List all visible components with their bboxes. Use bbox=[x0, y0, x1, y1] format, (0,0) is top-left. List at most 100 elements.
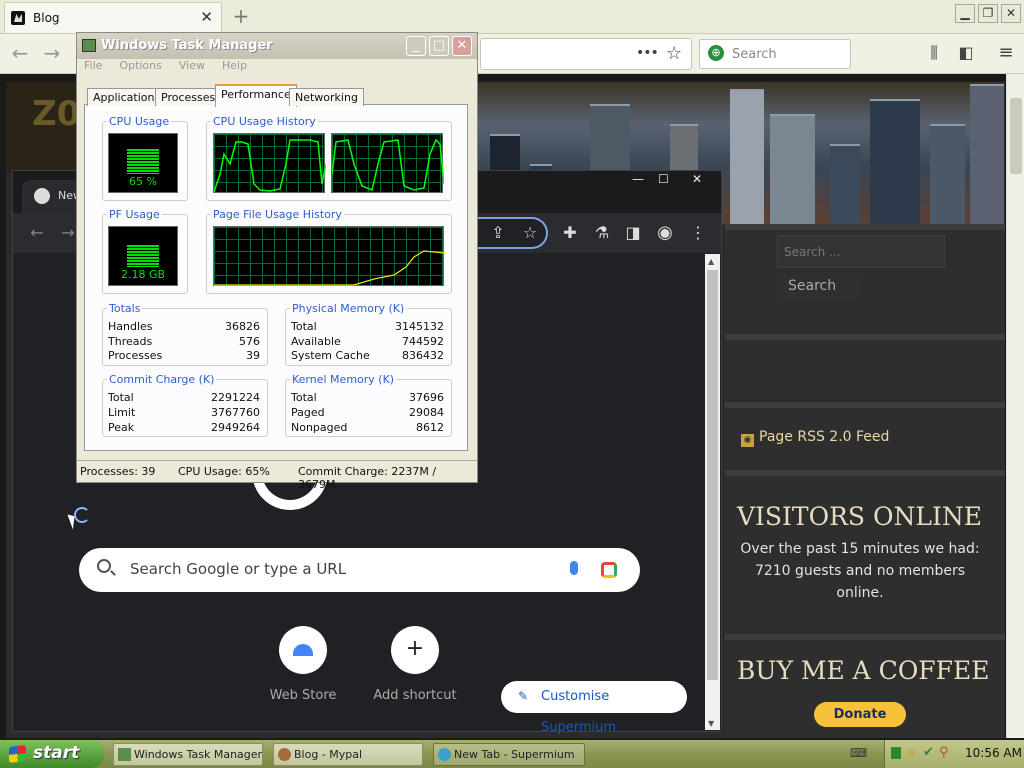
totals-value: 36826 bbox=[225, 320, 260, 333]
taskbar-blog-mypal[interactable]: Blog - Mypal bbox=[273, 743, 423, 766]
pencil-icon: ✎ bbox=[518, 689, 529, 703]
cpu-history-graph-2 bbox=[331, 133, 444, 193]
supermium-minimize-icon[interactable]: — bbox=[632, 172, 644, 186]
visitors-heading: VISITORS ONLINE bbox=[737, 502, 982, 531]
close-window-icon[interactable]: ✕ bbox=[1001, 4, 1021, 23]
profile-avatar-icon[interactable]: ◉ bbox=[655, 223, 675, 243]
cpu-history-graph-1 bbox=[213, 133, 326, 193]
cpu-history-caption: CPU Usage History bbox=[211, 115, 318, 128]
supermium-forward-icon[interactable]: → bbox=[58, 223, 78, 243]
taskbar-supermium[interactable]: New Tab - Supermium bbox=[433, 743, 585, 766]
extensions-icon[interactable]: ✚ bbox=[560, 223, 580, 243]
kernel-value: 8612 bbox=[416, 421, 444, 434]
shortcut-label-web-store: Web Store bbox=[269, 688, 337, 703]
tab-processes[interactable]: Processes bbox=[155, 88, 222, 106]
lens-search-icon[interactable] bbox=[601, 562, 617, 578]
menu-view[interactable]: View bbox=[179, 59, 205, 72]
google-search-box[interactable]: Search Google or type a URL bbox=[79, 548, 640, 592]
supermium-close-icon[interactable]: ✕ bbox=[692, 172, 702, 186]
search-placeholder: Search bbox=[732, 47, 777, 62]
blog-favicon-icon bbox=[11, 11, 25, 25]
library-icon[interactable]: ⫼ bbox=[922, 42, 946, 66]
tm-minimize-icon[interactable]: _ bbox=[406, 36, 426, 56]
scrollbar-thumb[interactable] bbox=[1010, 98, 1022, 174]
kernel-row-nonpaged: Nonpaged 8612 bbox=[291, 421, 444, 434]
task-manager-title: Windows Task Manager bbox=[101, 38, 273, 53]
blog-logo[interactable]: Z0 bbox=[6, 82, 80, 172]
pf-history-graph bbox=[213, 226, 445, 286]
labs-flask-icon[interactable]: ⚗ bbox=[592, 223, 612, 243]
back-arrow-icon[interactable]: ← bbox=[8, 42, 32, 66]
totals-caption: Totals bbox=[107, 302, 143, 315]
supermium-scrollbar[interactable]: ▲ ▼ bbox=[705, 254, 720, 730]
shortcut-web-store[interactable] bbox=[279, 626, 327, 674]
security-icon[interactable]: ✔ bbox=[923, 745, 934, 760]
start-label: start bbox=[33, 743, 80, 763]
side-panel-icon[interactable]: ◨ bbox=[623, 223, 643, 243]
new-tab-favicon-icon bbox=[34, 188, 50, 204]
scroll-down-icon[interactable]: ▼ bbox=[708, 719, 714, 728]
supermium-icon bbox=[438, 748, 451, 761]
pf-usage-caption: PF Usage bbox=[107, 208, 162, 221]
physical-memory-caption: Physical Memory (K) bbox=[290, 302, 407, 315]
sidebar-icon[interactable]: ◧ bbox=[954, 42, 978, 66]
search-tray-icon[interactable]: ⚲ bbox=[939, 745, 949, 760]
shield-icon[interactable]: ⛨ bbox=[907, 746, 916, 761]
forward-arrow-icon[interactable]: → bbox=[40, 42, 64, 66]
voice-search-icon[interactable] bbox=[570, 561, 578, 575]
totals-row-processes: Processes 39 bbox=[108, 349, 260, 362]
supermium-maximize-icon[interactable]: ☐ bbox=[658, 172, 669, 186]
supermium-scrollbar-thumb[interactable] bbox=[707, 270, 718, 680]
browser-tab-blog[interactable]: Blog ✕ bbox=[4, 2, 222, 33]
commit-value: 2291224 bbox=[211, 391, 260, 404]
blog-search-button[interactable]: Search bbox=[777, 273, 861, 301]
kernel-value: 29084 bbox=[409, 406, 444, 419]
menu-options[interactable]: Options bbox=[119, 59, 161, 72]
url-bar[interactable]: ••• ☆ bbox=[480, 38, 692, 70]
cpu-history-line-1 bbox=[214, 139, 326, 193]
network-icon[interactable] bbox=[891, 747, 901, 759]
taskbar-label: New Tab - Supermium bbox=[454, 748, 575, 761]
share-icon[interactable]: ⇪ bbox=[488, 223, 508, 243]
keyboard-icon[interactable]: ⌨ bbox=[850, 746, 867, 760]
physical-label: System Cache bbox=[291, 349, 370, 362]
cpu-history-line-2 bbox=[332, 138, 444, 192]
commit-row-total: Total 2291224 bbox=[108, 391, 260, 404]
taskbar-label: Blog - Mypal bbox=[294, 748, 363, 761]
rss-icon: ◉ bbox=[741, 434, 754, 447]
tm-maximize-icon[interactable]: □ bbox=[429, 36, 449, 56]
tm-close-icon[interactable]: ✕ bbox=[452, 36, 472, 56]
supermium-back-icon[interactable]: ← bbox=[27, 223, 47, 243]
taskbar-task-manager[interactable]: Windows Task Manager bbox=[113, 743, 263, 766]
hamburger-menu-icon[interactable]: ≡ bbox=[994, 42, 1018, 66]
tab-networking[interactable]: Networking bbox=[289, 88, 364, 106]
web-store-icon bbox=[293, 644, 313, 656]
page-actions-icon[interactable]: ••• bbox=[636, 45, 659, 61]
blog-search-input[interactable]: Search ... bbox=[777, 235, 945, 268]
task-manager-icon bbox=[82, 39, 96, 52]
start-button[interactable]: start bbox=[0, 740, 104, 768]
windows-flag-icon bbox=[9, 745, 26, 763]
restore-icon[interactable]: ❐ bbox=[978, 4, 998, 23]
menu-file[interactable]: File bbox=[84, 59, 102, 72]
browser-scrollbar[interactable] bbox=[1006, 74, 1024, 738]
tab-performance[interactable]: Performance bbox=[215, 84, 297, 107]
pf-usage-gauge: 2.18 GB bbox=[108, 226, 178, 286]
close-tab-icon[interactable]: ✕ bbox=[200, 8, 213, 26]
new-tab-icon[interactable]: + bbox=[230, 4, 252, 28]
star-icon[interactable]: ☆ bbox=[666, 43, 682, 64]
scroll-up-icon[interactable]: ▲ bbox=[708, 257, 714, 266]
rss-link[interactable]: ◉ Page RSS 2.0 Feed bbox=[741, 429, 889, 447]
search-field[interactable]: ⊕ Search bbox=[699, 39, 851, 69]
cpu-usage-value: 65 % bbox=[129, 175, 157, 188]
bookmark-star-icon[interactable]: ☆ bbox=[520, 223, 540, 243]
donate-button[interactable]: Donate bbox=[814, 702, 906, 727]
commit-row-limit: Limit 3767760 bbox=[108, 406, 260, 419]
add-shortcut-button[interactable]: + bbox=[391, 626, 439, 674]
commit-value: 3767760 bbox=[211, 406, 260, 419]
more-menu-icon[interactable]: ⋮ bbox=[688, 223, 708, 243]
pf-history-line bbox=[214, 250, 445, 286]
menu-help[interactable]: Help bbox=[222, 59, 247, 72]
customise-button[interactable]: ✎ Customise Supermium bbox=[501, 681, 687, 735]
minimize-icon[interactable]: ▁ bbox=[955, 4, 975, 23]
